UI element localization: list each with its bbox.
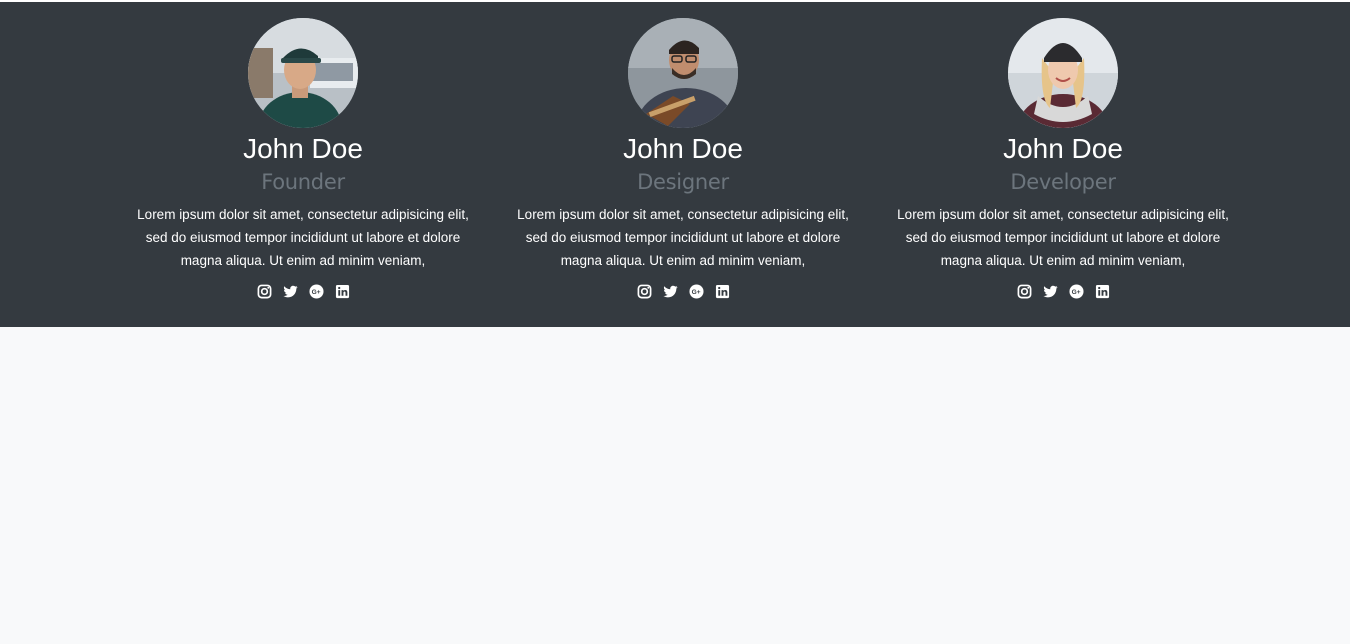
team-member-card: John Doe Founder Lorem ipsum dolor sit a… — [123, 18, 483, 300]
social-links: G+ — [123, 284, 483, 300]
linkedin-icon[interactable] — [715, 284, 730, 299]
member-role: Developer — [1010, 170, 1116, 194]
instagram-icon[interactable] — [257, 284, 272, 299]
svg-text:G+: G+ — [311, 289, 320, 296]
member-bio: Lorem ipsum dolor sit amet, consectetur … — [137, 207, 469, 268]
team-member-card: John Doe Developer Lorem ipsum dolor sit… — [883, 18, 1243, 300]
instagram-icon[interactable] — [637, 284, 652, 299]
avatar — [248, 18, 358, 128]
avatar-photo-developer — [1008, 18, 1118, 128]
instagram-icon[interactable] — [1017, 284, 1032, 299]
team-member-card: John Doe Designer Lorem ipsum dolor sit … — [503, 18, 863, 300]
avatar-photo-designer — [628, 18, 738, 128]
twitter-icon[interactable] — [282, 284, 298, 299]
member-name: John Doe — [1003, 133, 1123, 164]
member-bio: Lorem ipsum dolor sit amet, consectetur … — [897, 207, 1229, 268]
twitter-icon[interactable] — [662, 284, 678, 299]
google-plus-icon[interactable]: G+ — [308, 284, 324, 299]
social-links: G+ — [883, 284, 1243, 300]
google-plus-icon[interactable]: G+ — [1068, 284, 1084, 299]
team-section: John Doe Founder Lorem ipsum dolor sit a… — [0, 2, 1350, 327]
svg-text:G+: G+ — [1071, 289, 1080, 296]
member-role: Founder — [261, 170, 345, 194]
avatar-photo-founder — [248, 18, 358, 128]
linkedin-icon[interactable] — [1095, 284, 1110, 299]
linkedin-icon[interactable] — [335, 284, 350, 299]
member-bio: Lorem ipsum dolor sit amet, consectetur … — [517, 207, 849, 268]
twitter-icon[interactable] — [1042, 284, 1058, 299]
avatar — [628, 18, 738, 128]
svg-text:G+: G+ — [691, 289, 700, 296]
google-plus-icon[interactable]: G+ — [688, 284, 704, 299]
member-name: John Doe — [243, 133, 363, 164]
avatar — [1008, 18, 1118, 128]
member-role: Designer — [637, 170, 729, 194]
social-links: G+ — [503, 284, 863, 300]
member-name: John Doe — [623, 133, 743, 164]
